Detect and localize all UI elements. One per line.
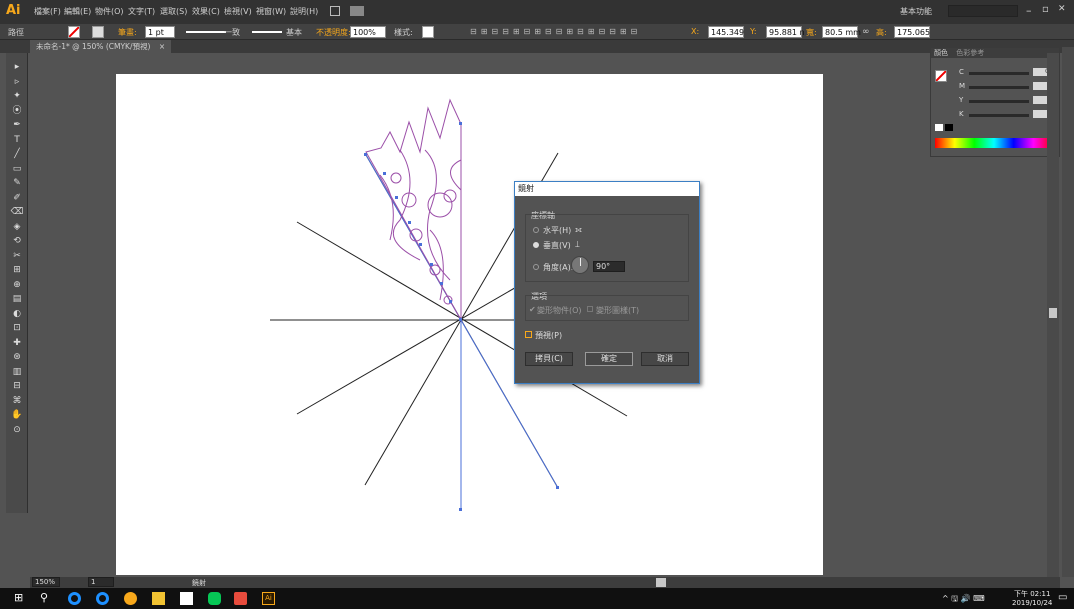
vertical-axis-icon: ⟘: [575, 240, 580, 249]
notification-icon[interactable]: ▭: [1058, 592, 1067, 603]
color-guide-tab[interactable]: 色彩參考: [956, 49, 984, 57]
artboard-number-field[interactable]: 1: [88, 577, 114, 587]
chrome-icon[interactable]: [124, 592, 137, 605]
vertical-scrollbar[interactable]: [1047, 53, 1059, 578]
line-icon[interactable]: [208, 592, 221, 605]
black-swatch[interactable]: [945, 124, 953, 131]
vertical-radio[interactable]: [533, 242, 539, 248]
transform-patterns-checkbox[interactable]: [587, 306, 593, 312]
channel-slider[interactable]: [969, 86, 1029, 89]
ornament-circle: [443, 189, 457, 203]
channel-slider[interactable]: [969, 100, 1029, 103]
preview-checkbox[interactable]: [525, 331, 532, 338]
zoom-field[interactable]: 150%: [32, 577, 60, 587]
transform-patterns-label[interactable]: 變形圖樣(T): [596, 305, 639, 316]
none-swatch[interactable]: [935, 124, 943, 131]
channel-slider[interactable]: [969, 72, 1029, 75]
channel-slider[interactable]: [969, 114, 1029, 117]
ie-icon[interactable]: [96, 592, 109, 605]
status-bar: 150% 1 鏡射: [30, 577, 1060, 588]
color-panel: 顏色 色彩參考 C0%M%Y%K%: [930, 47, 1060, 157]
vertical-label[interactable]: 垂直(V): [543, 240, 571, 251]
horizontal-axis-icon: ⟗: [575, 225, 582, 234]
angle-radio[interactable]: [533, 264, 539, 270]
channel-label: C: [959, 68, 964, 76]
illustrator-taskbar-icon[interactable]: Ai: [262, 592, 275, 605]
system-tray[interactable]: ^ 🖫 🔊 ⌨: [942, 593, 985, 607]
transform-objects-label[interactable]: 變形物件(O): [537, 305, 582, 316]
ok-button[interactable]: 確定: [585, 352, 633, 366]
color-tab[interactable]: 顏色: [934, 49, 948, 57]
ornament-curve: [392, 149, 421, 261]
ornament-curve: [450, 159, 462, 191]
reflect-dialog: 鏡射 座標軸 水平(H) ⟗ 垂直(V) ⟘ 角度(A): 90° 選項 ✔ 變…: [514, 181, 700, 384]
channel-label: M: [959, 82, 966, 90]
current-tool-name: 鏡射: [192, 579, 206, 587]
store-icon[interactable]: [180, 592, 193, 605]
ornament-curve: [379, 174, 394, 241]
channel-label: Y: [959, 96, 964, 104]
clock-date[interactable]: 2019/10/24: [1012, 599, 1052, 607]
angle-field[interactable]: 90°: [593, 261, 625, 272]
clock-time[interactable]: 下午 02:11: [1014, 589, 1050, 599]
horizontal-radio[interactable]: [533, 227, 539, 233]
windows-taskbar: ⊞ ⚲ Ai ^ 🖫 🔊 ⌨ 下午 02:11 2019/10/24 ▭: [0, 588, 1074, 609]
segment-outline: [365, 98, 462, 322]
channel-label: K: [959, 110, 964, 118]
search-icon[interactable]: ⚲: [40, 591, 48, 604]
cancel-button[interactable]: 取消: [641, 352, 689, 366]
file-explorer-icon[interactable]: [152, 592, 165, 605]
transform-objects-checkbox[interactable]: ✔: [529, 305, 536, 314]
color-spectrum[interactable]: [935, 138, 1053, 148]
preview-label[interactable]: 預視(P): [535, 330, 562, 341]
ornament-circle: [390, 172, 402, 184]
powerpoint-icon[interactable]: [234, 592, 247, 605]
angle-label[interactable]: 角度(A):: [543, 262, 573, 273]
windows-start-icon[interactable]: ⊞: [14, 591, 23, 604]
pattern-segment: [365, 98, 462, 322]
panel-fill-swatch[interactable]: [935, 70, 947, 82]
horizontal-scroll-thumb[interactable]: [656, 578, 666, 587]
vertical-scroll-thumb[interactable]: [1049, 308, 1057, 318]
right-panel-dock[interactable]: [1062, 47, 1074, 577]
dialog-title: 鏡射: [515, 182, 699, 196]
color-panel-header: 顏色 色彩參考: [931, 48, 1059, 58]
copy-button[interactable]: 拷貝(C): [525, 352, 573, 366]
edge-icon[interactable]: [68, 592, 81, 605]
horizontal-label[interactable]: 水平(H): [543, 225, 571, 236]
angle-dial-icon[interactable]: [571, 256, 589, 274]
